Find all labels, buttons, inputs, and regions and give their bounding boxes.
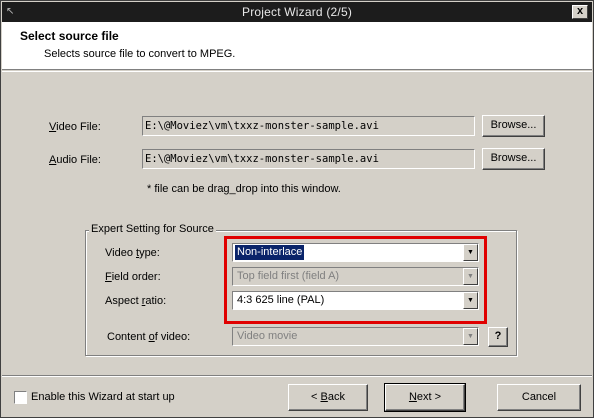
audio-file-label: Audio File: (49, 154, 101, 166)
enable-wizard-checkbox[interactable] (14, 391, 27, 404)
chevron-down-icon[interactable]: ▼ (463, 328, 478, 345)
wizard-header: Select source file Selects source file t… (2, 22, 592, 70)
close-icon: x (576, 5, 584, 17)
expert-setting-title: Expert Setting for Source (89, 223, 216, 235)
page-subtitle: Selects source file to convert to MPEG. (44, 48, 236, 60)
video-file-label: Video File: (49, 121, 101, 133)
video-type-label: Video type: (105, 247, 160, 259)
content-of-video-label: Content of video: (107, 331, 191, 343)
window-title: Project Wizard (2/5) (241, 5, 353, 19)
content-of-video-value: Video movie (237, 330, 298, 342)
enable-wizard-label[interactable]: Enable this Wizard at start up (31, 391, 175, 403)
next-button[interactable]: Next > (384, 383, 466, 412)
content-of-video-select[interactable]: Video movie ▼ (232, 327, 479, 346)
drag-drop-hint: * file can be drag_drop into this window… (147, 183, 341, 195)
audio-browse-button[interactable]: Browse... (482, 148, 545, 170)
video-browse-button[interactable]: Browse... (482, 115, 545, 137)
audio-file-field[interactable]: E:\@Moviez\vm\txxz-monster-sample.avi (142, 149, 475, 169)
close-button[interactable]: x (572, 5, 588, 19)
cancel-button[interactable]: Cancel (497, 384, 581, 411)
red-highlight-box (224, 236, 487, 324)
title-bar[interactable]: ↖ Project Wizard (2/5) x (2, 2, 592, 22)
back-button[interactable]: < Back (288, 384, 368, 411)
page-title: Select source file (20, 29, 119, 43)
video-file-field[interactable]: E:\@Moviez\vm\txxz-monster-sample.avi (142, 116, 475, 136)
footer-divider-light (2, 376, 592, 377)
project-wizard-window: ↖ Project Wizard (2/5) x Select source f… (0, 0, 594, 418)
help-button[interactable]: ? (488, 327, 508, 347)
header-divider (2, 71, 592, 72)
aspect-ratio-label: Aspect ratio: (105, 295, 167, 307)
field-order-label: Field order: (105, 271, 161, 283)
